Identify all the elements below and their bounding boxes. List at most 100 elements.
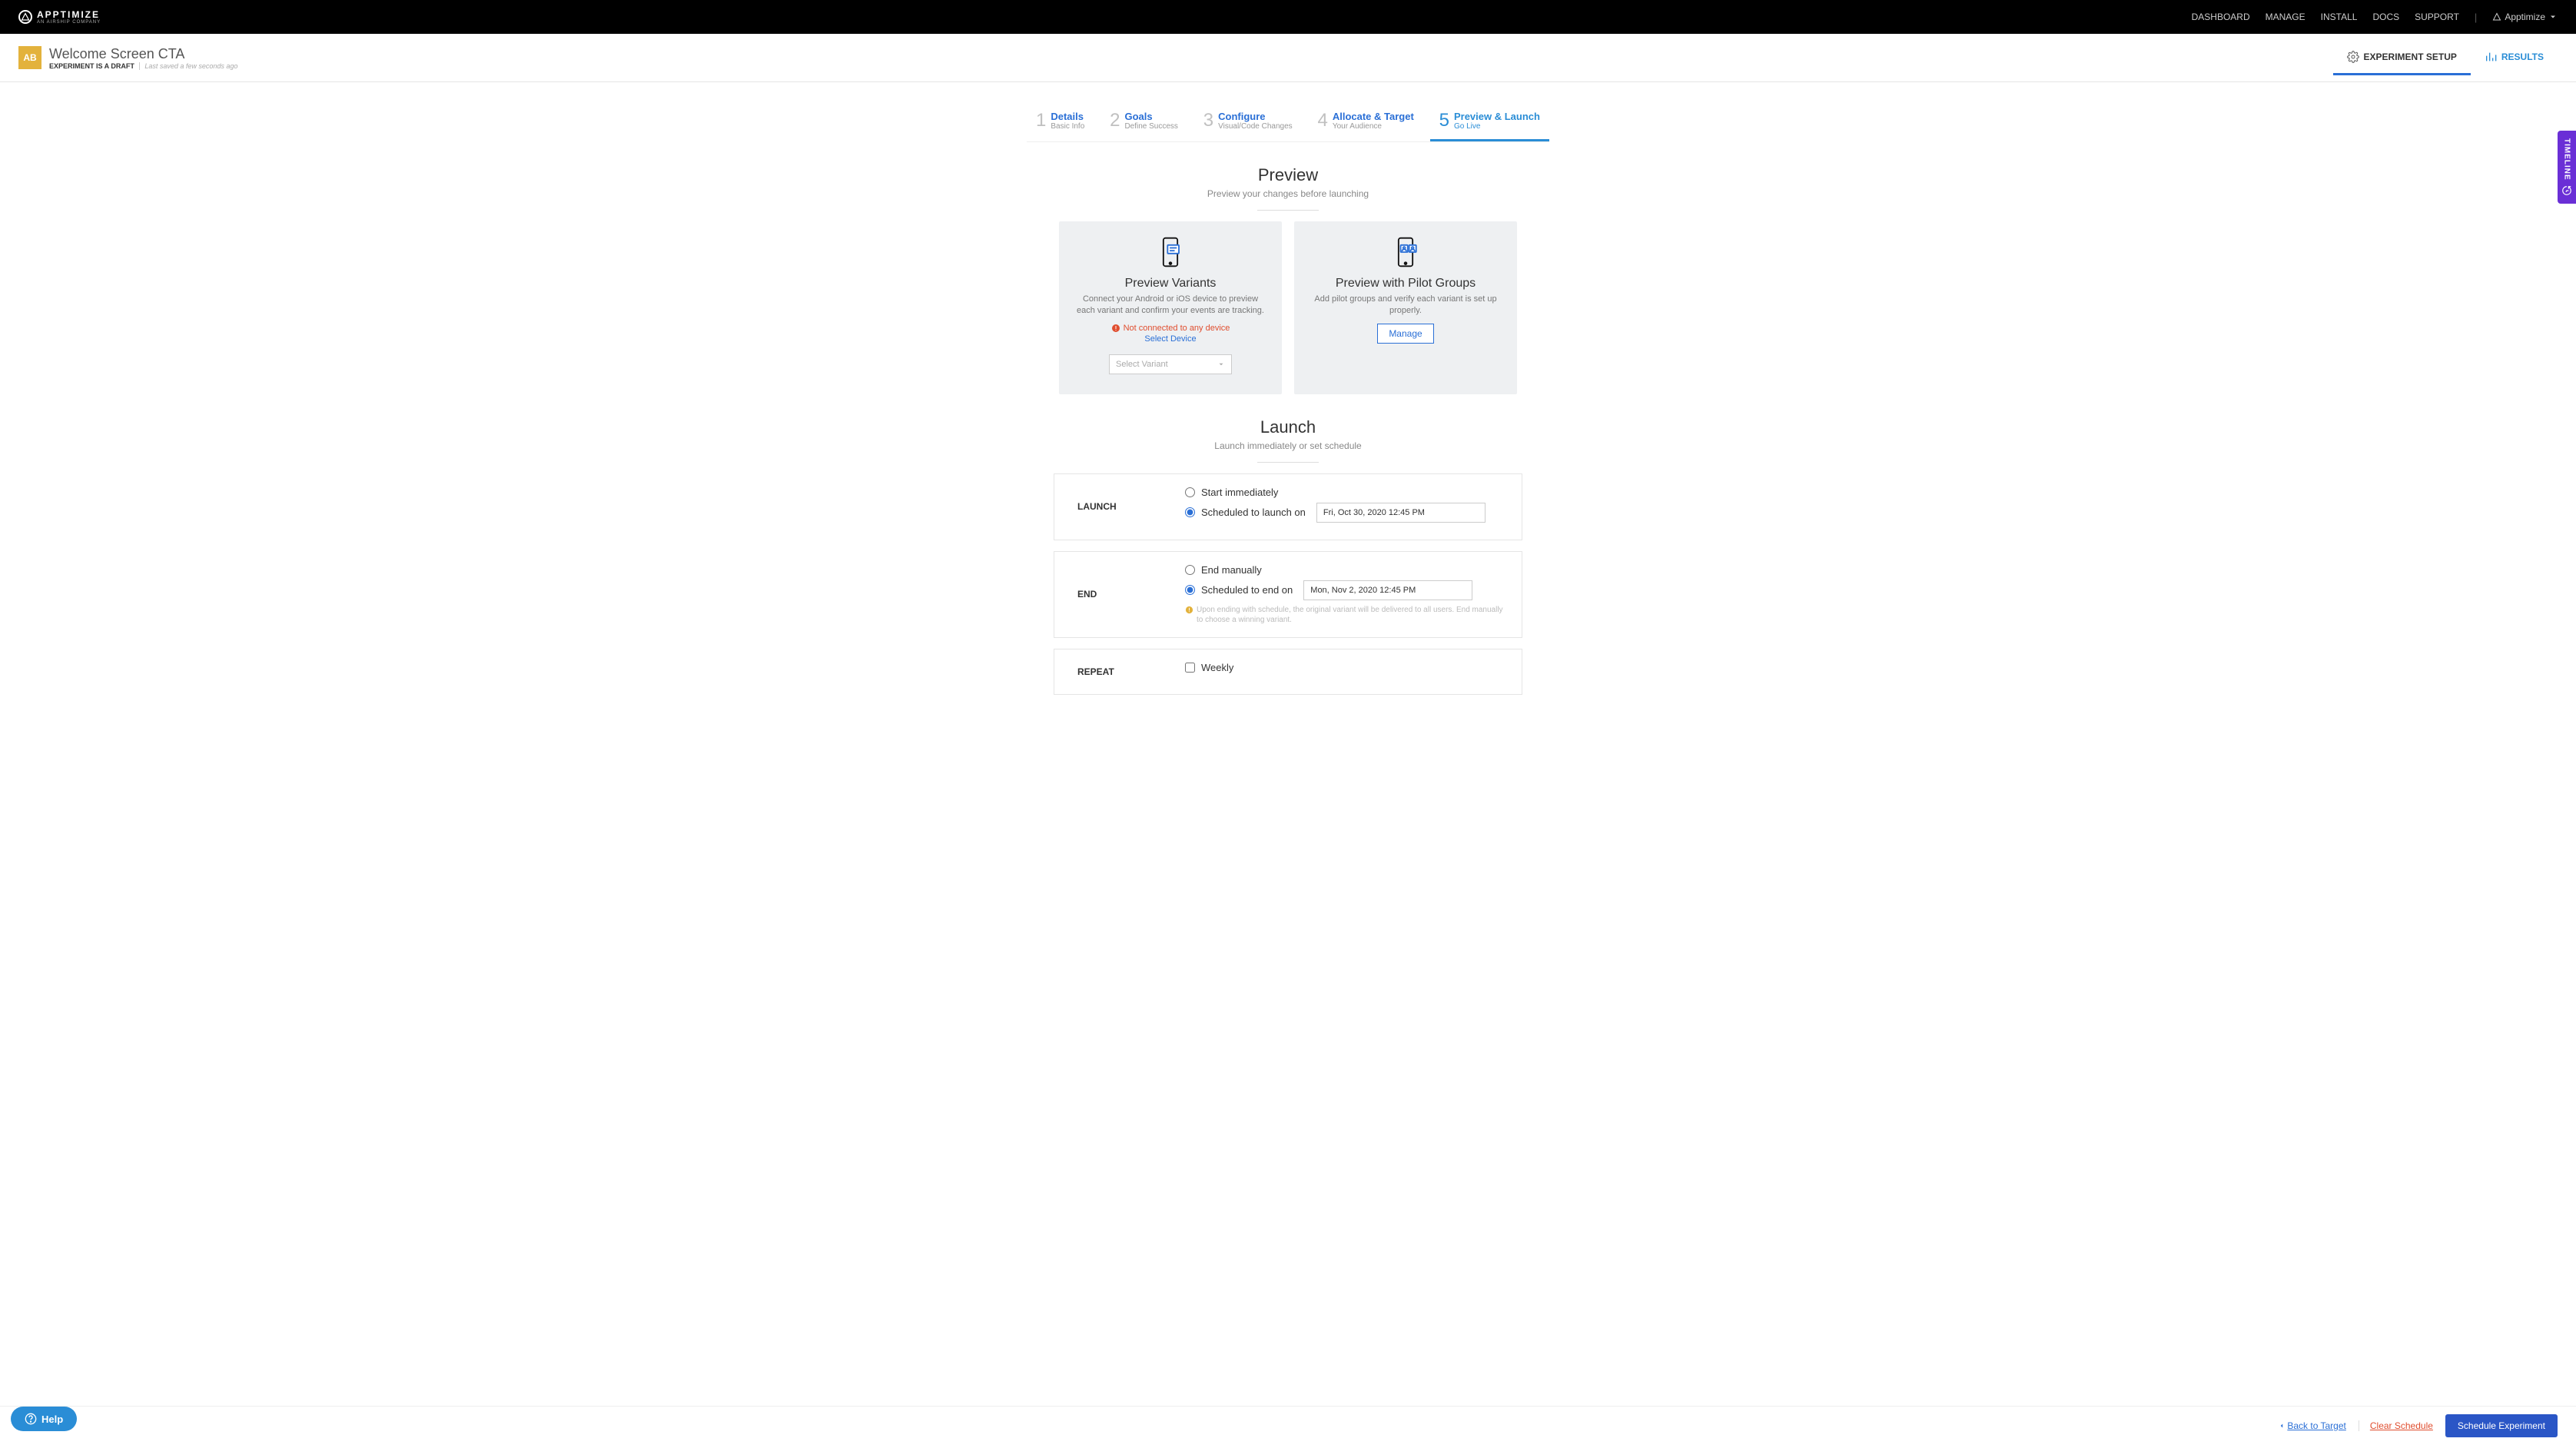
scheduled-end-row[interactable]: Scheduled to end on xyxy=(1185,580,1506,600)
scheduled-end-radio[interactable] xyxy=(1185,585,1195,595)
end-warning: Upon ending with schedule, the original … xyxy=(1185,605,1506,625)
preview-variants-desc: Connect your Android or iOS device to pr… xyxy=(1073,294,1268,317)
step-sub: Visual/Code Changes xyxy=(1218,122,1293,131)
help-label: Help xyxy=(41,1413,63,1425)
bar-chart-icon xyxy=(2485,51,2497,63)
manage-pilot-button[interactable]: Manage xyxy=(1377,324,1433,344)
steps: 1 DetailsBasic Info 2 GoalsDefine Succes… xyxy=(1027,105,1549,142)
nav-divider: | xyxy=(2475,12,2477,23)
start-immediately-row[interactable]: Start immediately xyxy=(1185,487,1506,498)
not-connected-warning: Not connected to any device xyxy=(1073,324,1268,333)
timeline-tab[interactable]: TIMELINE xyxy=(2558,131,2576,204)
app-dropdown[interactable]: Apptimize xyxy=(2492,12,2558,22)
launch-label: LAUNCH xyxy=(1054,474,1170,540)
device-preview-icon xyxy=(1154,235,1187,269)
weekly-label: Weekly xyxy=(1201,662,1233,673)
tab-setup-label: EXPERIMENT SETUP xyxy=(2364,51,2457,62)
gear-icon xyxy=(2347,51,2359,63)
back-to-target-link[interactable]: Back to Target xyxy=(2278,1420,2346,1431)
history-icon xyxy=(2561,185,2572,196)
select-variant-dropdown[interactable]: Select Variant xyxy=(1109,354,1232,374)
end-manually-radio[interactable] xyxy=(1185,565,1195,575)
pilot-groups-card: Preview with Pilot Groups Add pilot grou… xyxy=(1294,221,1517,394)
pilot-desc: Add pilot groups and verify each variant… xyxy=(1308,294,1503,317)
nav-manage[interactable]: MANAGE xyxy=(2266,12,2305,22)
step-name: Allocate & Target xyxy=(1333,111,1414,122)
schedule-experiment-button[interactable]: Schedule Experiment xyxy=(2445,1414,2558,1437)
sub-header: AB Welcome Screen CTA EXPERIMENT IS A DR… xyxy=(0,34,2576,82)
step-name: Preview & Launch xyxy=(1454,111,1540,122)
divider xyxy=(1257,210,1319,211)
device-pilot-icon xyxy=(1389,235,1422,269)
not-connected-text: Not connected to any device xyxy=(1124,324,1230,333)
end-manually-row[interactable]: End manually xyxy=(1185,564,1506,576)
step-sub: Your Audience xyxy=(1333,122,1414,131)
end-date-input[interactable] xyxy=(1303,580,1472,600)
launch-date-input[interactable] xyxy=(1316,503,1486,523)
ab-badge: AB xyxy=(18,46,41,69)
brand-logo-icon xyxy=(18,10,32,24)
brand-subtitle: AN AIRSHIP COMPANY xyxy=(37,20,101,25)
alert-icon xyxy=(1111,324,1120,333)
end-manually-label: End manually xyxy=(1201,564,1262,576)
nav-dashboard[interactable]: DASHBOARD xyxy=(2192,12,2250,22)
select-device-link[interactable]: Select Device xyxy=(1073,334,1268,344)
divider xyxy=(1257,462,1319,463)
end-label: END xyxy=(1054,552,1170,637)
nav-support[interactable]: SUPPORT xyxy=(2415,12,2459,22)
preview-variants-card: Preview Variants Connect your Android or… xyxy=(1059,221,1282,394)
experiment-name: Welcome Screen CTA xyxy=(49,46,237,62)
launch-section: Launch Launch immediately or set schedul… xyxy=(1027,417,1549,695)
scheduled-launch-radio[interactable] xyxy=(1185,507,1195,517)
brand[interactable]: APPTIMIZE AN AIRSHIP COMPANY xyxy=(18,10,101,25)
help-button[interactable]: Help xyxy=(11,1407,77,1431)
caret-down-icon xyxy=(2548,12,2558,22)
tab-results[interactable]: RESULTS xyxy=(2471,40,2558,75)
chevron-left-icon xyxy=(2278,1422,2286,1430)
warning-icon xyxy=(1185,606,1193,614)
step-sub: Basic Info xyxy=(1051,122,1084,131)
step-num: 1 xyxy=(1036,110,1046,131)
experiment-info: AB Welcome Screen CTA EXPERIMENT IS A DR… xyxy=(18,46,237,70)
nav-docs[interactable]: DOCS xyxy=(2372,12,2399,22)
weekly-checkbox[interactable] xyxy=(1185,663,1195,673)
step-allocate[interactable]: 4 Allocate & TargetYour Audience xyxy=(1308,105,1422,141)
help-icon xyxy=(25,1413,37,1425)
step-num: 5 xyxy=(1439,110,1449,131)
timeline-label: TIMELINE xyxy=(2563,138,2571,181)
app-dropdown-label: Apptimize xyxy=(2505,12,2545,22)
step-goals[interactable]: 2 GoalsDefine Success xyxy=(1100,105,1187,141)
step-configure[interactable]: 3 ConfigureVisual/Code Changes xyxy=(1194,105,1302,141)
clear-schedule-link[interactable]: Clear Schedule xyxy=(2359,1420,2433,1431)
back-label: Back to Target xyxy=(2287,1420,2346,1431)
select-variant-label: Select Variant xyxy=(1116,360,1168,369)
launch-panel: LAUNCH Start immediately Scheduled to la… xyxy=(1054,473,1522,540)
step-sub: Go Live xyxy=(1454,122,1540,131)
step-num: 3 xyxy=(1203,110,1213,131)
repeat-panel: REPEAT Weekly xyxy=(1054,649,1522,695)
step-details[interactable]: 1 DetailsBasic Info xyxy=(1027,105,1094,141)
tab-results-label: RESULTS xyxy=(2501,51,2544,62)
weekly-row[interactable]: Weekly xyxy=(1185,662,1506,673)
pilot-title: Preview with Pilot Groups xyxy=(1308,277,1503,291)
step-num: 2 xyxy=(1110,110,1120,131)
scheduled-launch-label: Scheduled to launch on xyxy=(1201,507,1306,518)
step-preview-launch[interactable]: 5 Preview & LaunchGo Live xyxy=(1430,105,1549,141)
end-warning-text: Upon ending with schedule, the original … xyxy=(1197,605,1506,625)
preview-variants-title: Preview Variants xyxy=(1073,277,1268,291)
footer-bar: Back to Target Clear Schedule Schedule E… xyxy=(0,1406,2576,1445)
right-tabs: EXPERIMENT SETUP RESULTS xyxy=(2333,40,2558,75)
brand-name: APPTIMIZE xyxy=(37,10,101,19)
step-num: 4 xyxy=(1317,110,1327,131)
top-nav: APPTIMIZE AN AIRSHIP COMPANY DASHBOARD M… xyxy=(0,0,2576,34)
experiment-status: EXPERIMENT IS A DRAFT xyxy=(49,62,134,70)
nav-install[interactable]: INSTALL xyxy=(2321,12,2358,22)
start-immediately-radio[interactable] xyxy=(1185,487,1195,497)
step-sub: Define Success xyxy=(1124,122,1177,131)
start-immediately-label: Start immediately xyxy=(1201,487,1278,498)
tab-experiment-setup[interactable]: EXPERIMENT SETUP xyxy=(2333,40,2471,75)
experiment-saved: Last saved a few seconds ago xyxy=(139,62,237,70)
step-name: Goals xyxy=(1124,111,1152,122)
scheduled-launch-row[interactable]: Scheduled to launch on xyxy=(1185,503,1506,523)
launch-subtitle: Launch immediately or set schedule xyxy=(1027,440,1549,451)
